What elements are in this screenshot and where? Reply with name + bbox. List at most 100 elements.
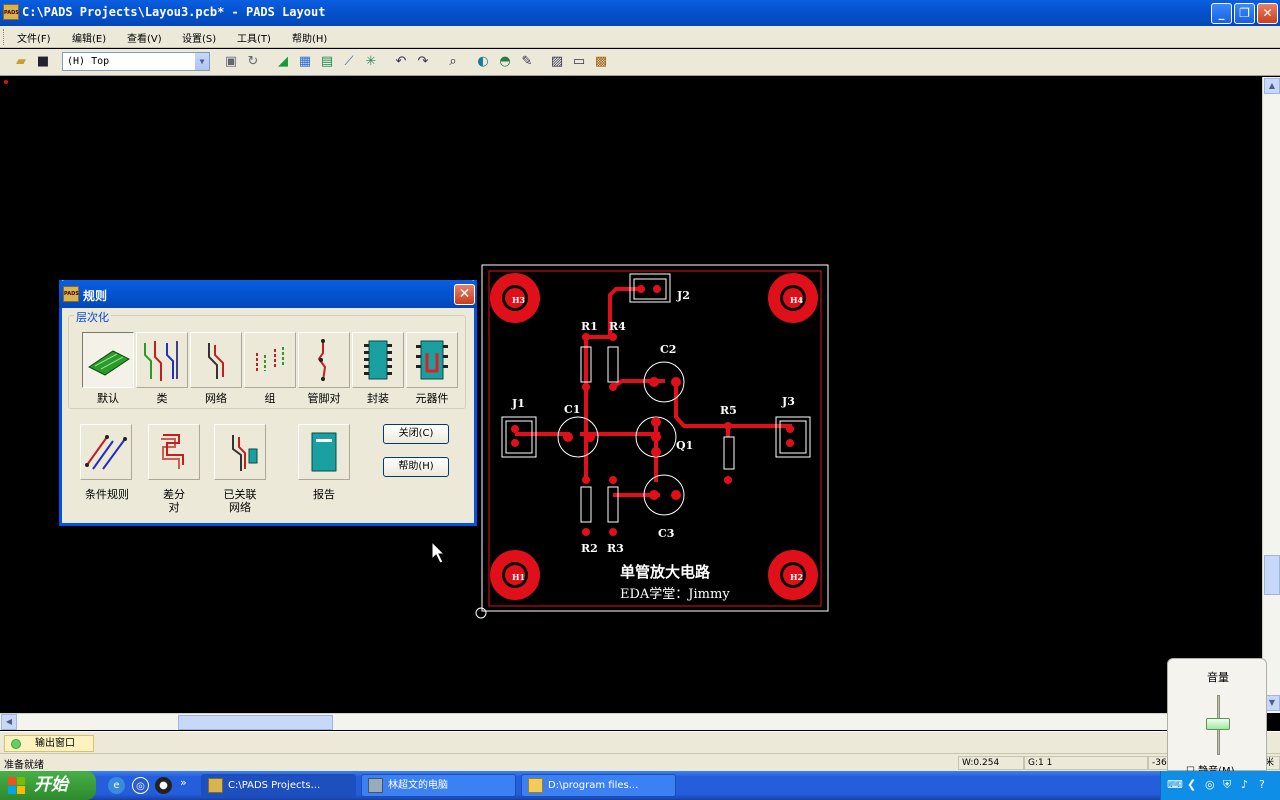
windows-flag-icon bbox=[8, 777, 25, 794]
dialog-close-icon[interactable]: ✕ bbox=[454, 284, 475, 305]
pin-pair-icon bbox=[317, 339, 327, 382]
keyboard-icon[interactable]: ⌨ bbox=[1167, 778, 1183, 791]
restore-button[interactable]: ❐ bbox=[1234, 3, 1255, 24]
menu-setup[interactable]: 设置(S) bbox=[182, 30, 216, 45]
360-tray-icon[interactable]: ◎ bbox=[1205, 778, 1215, 791]
task-computer[interactable]: 林超文的电脑 bbox=[361, 774, 516, 797]
volume-slider[interactable] bbox=[1206, 718, 1230, 730]
menu-edit[interactable]: 编辑(E) bbox=[72, 30, 106, 45]
pin-pair-rules-button[interactable] bbox=[298, 332, 350, 388]
window-icon[interactable]: ▭ bbox=[570, 53, 588, 71]
output-window-tab[interactable]: 输出窗口 bbox=[4, 735, 94, 752]
conditional-rules-label: 条件规则 bbox=[85, 488, 129, 501]
report-button[interactable] bbox=[298, 424, 350, 480]
minimize-button[interactable]: _ bbox=[1211, 3, 1232, 24]
tool-icon[interactable]: ✎ bbox=[518, 53, 536, 71]
class-rules-button[interactable] bbox=[136, 332, 188, 388]
conditional-rules-button[interactable] bbox=[80, 424, 132, 480]
redo-icon[interactable]: ↷ bbox=[414, 53, 432, 71]
scroll-up-icon[interactable]: ▲ bbox=[1264, 78, 1280, 94]
default-rules-button[interactable] bbox=[82, 332, 134, 388]
start-label: 开始 bbox=[34, 775, 68, 795]
layer-select[interactable]: (H) Top ▼ bbox=[62, 52, 210, 71]
pads-icon[interactable]: ▩ bbox=[592, 53, 610, 71]
shield-icon[interactable]: ⛨ bbox=[1223, 778, 1231, 792]
group-rules-button[interactable] bbox=[244, 332, 296, 388]
display-icon[interactable]: ◐ bbox=[474, 53, 492, 71]
horizontal-scroll-thumb[interactable] bbox=[178, 715, 333, 730]
help-icon[interactable]: ? bbox=[1259, 778, 1265, 791]
conditional-rules-icon bbox=[85, 435, 127, 470]
vertical-scroll-thumb[interactable] bbox=[1264, 555, 1280, 595]
save-icon[interactable]: ■ bbox=[34, 53, 52, 71]
back-chevron-icon[interactable]: ❮ bbox=[1187, 778, 1196, 791]
refresh-icon[interactable]: ↻ bbox=[244, 53, 262, 71]
status-width: W:0.254 bbox=[958, 756, 1024, 770]
task-computer-label: 林超文的电脑 bbox=[388, 780, 448, 791]
status-grid: G:1 1 bbox=[1024, 756, 1148, 770]
chevron-down-icon[interactable]: ▼ bbox=[194, 53, 209, 70]
menu-bar: 文件(F) 编辑(E) 查看(V) 设置(S) 工具(T) 帮助(H) bbox=[0, 26, 1280, 48]
layers-icon[interactable]: ◓ bbox=[496, 53, 514, 71]
decal-rules-button[interactable] bbox=[352, 332, 404, 388]
rules-dialog-title: 规则 bbox=[83, 289, 108, 303]
folder-icon bbox=[528, 778, 543, 793]
menu-file[interactable]: 文件(F) bbox=[17, 30, 51, 45]
task-folder[interactable]: D:\program files... bbox=[521, 774, 676, 797]
rules-dialog-titlebar[interactable]: PADS 规则 ✕ bbox=[59, 280, 477, 308]
task-pads[interactable]: C:\PADS Projects... bbox=[201, 774, 356, 797]
diff-pair-button[interactable] bbox=[148, 424, 200, 480]
more-chevron-icon[interactable]: » bbox=[180, 776, 187, 789]
report-icon[interactable]: ▨ bbox=[548, 53, 566, 71]
close-button[interactable]: ✕ bbox=[1257, 3, 1278, 24]
menu-view[interactable]: 查看(V) bbox=[127, 30, 162, 45]
dimension-icon[interactable]: ✳ bbox=[362, 53, 380, 71]
design-toolbar-icon[interactable]: ◢ bbox=[274, 53, 292, 71]
label-h1: H1 bbox=[512, 572, 525, 582]
qq-icon[interactable]: ● bbox=[155, 777, 172, 794]
ecodesign-icon[interactable]: ▦ bbox=[296, 53, 314, 71]
zoom-icon[interactable]: ⌕ bbox=[444, 53, 462, 71]
open-icon[interactable]: ▰ bbox=[12, 53, 30, 71]
label-j1: J1 bbox=[511, 397, 525, 410]
computer-icon bbox=[368, 778, 383, 793]
label-r1: R1 bbox=[581, 320, 598, 333]
menu-tools[interactable]: 工具(T) bbox=[237, 30, 271, 45]
dialog-close-button[interactable]: 关闭(C) bbox=[383, 424, 449, 444]
scroll-left-icon[interactable]: ◀ bbox=[1, 714, 17, 730]
task-folder-label: D:\program files... bbox=[548, 780, 639, 791]
net-rules-button[interactable] bbox=[190, 332, 242, 388]
undo-icon[interactable]: ↶ bbox=[392, 53, 410, 71]
start-button[interactable]: 开始 bbox=[0, 771, 96, 800]
properties-icon[interactable]: ▣ bbox=[222, 53, 240, 71]
volume-icon[interactable]: ♪ bbox=[1241, 778, 1248, 791]
diff-pair-icon bbox=[161, 434, 184, 469]
pads-icon: PADS bbox=[63, 286, 79, 302]
layer-select-value: (H) Top bbox=[67, 56, 110, 67]
system-tray: ⌨ ❮ ◎ ⛨ ♪ ? bbox=[1160, 771, 1280, 800]
ie-icon[interactable]: e bbox=[108, 777, 125, 794]
label-h2: H2 bbox=[790, 572, 803, 582]
drafting-icon[interactable]: ▤ bbox=[318, 53, 336, 71]
label-h3: H3 bbox=[512, 295, 526, 305]
route-icon[interactable]: ⟋ bbox=[340, 53, 358, 71]
hierarchy-group-label: 层次化 bbox=[74, 309, 111, 325]
pads bbox=[511, 285, 794, 536]
volume-popup: 音量 ☐ 静音(M) bbox=[1167, 658, 1267, 777]
menu-help[interactable]: 帮助(H) bbox=[292, 30, 327, 45]
associated-nets-button[interactable] bbox=[214, 424, 266, 480]
label-q1: Q1 bbox=[676, 439, 693, 452]
360-icon[interactable]: ◎ bbox=[132, 777, 149, 794]
label-c3: C3 bbox=[658, 527, 674, 540]
pin-pair-rules-label: 管脚对 bbox=[307, 392, 341, 405]
associated-nets-icon bbox=[232, 435, 258, 471]
class-rules-label: 类 bbox=[156, 392, 168, 405]
menu-grip bbox=[3, 29, 6, 45]
net-rules-label: 网络 bbox=[205, 392, 227, 405]
silkscreen bbox=[501, 273, 811, 523]
horizontal-scrollbar[interactable]: ◀ bbox=[0, 713, 1262, 730]
vertical-scrollbar[interactable]: ▲ ▼ bbox=[1262, 77, 1280, 713]
dialog-help-button[interactable]: 帮助(H) bbox=[383, 457, 449, 477]
component-rules-button[interactable] bbox=[406, 332, 458, 388]
task-pads-label: C:\PADS Projects... bbox=[228, 780, 321, 791]
